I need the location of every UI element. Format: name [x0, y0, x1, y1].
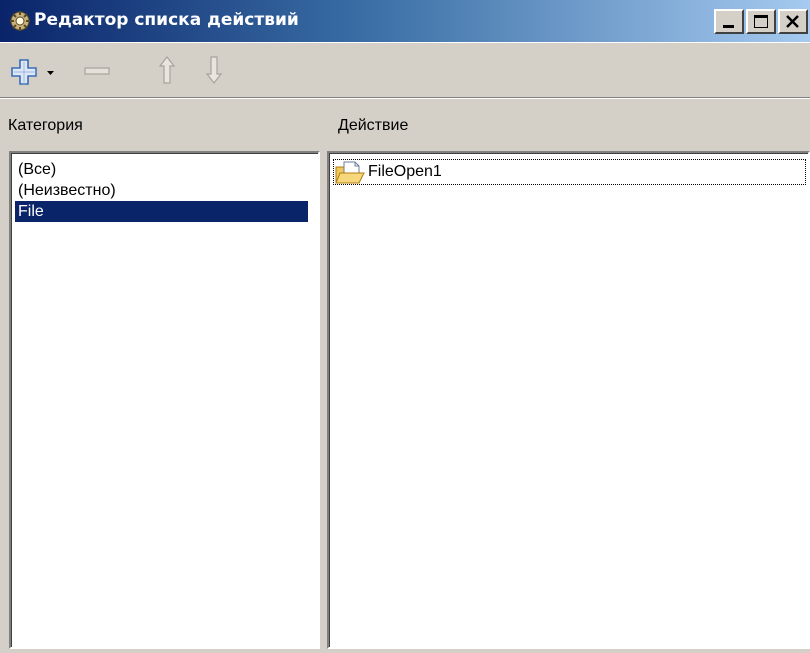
remove-button[interactable]: [82, 54, 114, 86]
minimize-icon: [723, 25, 734, 28]
title-bar[interactable]: Редактор списка действий: [0, 0, 810, 42]
move-down-icon: [205, 56, 223, 84]
close-button[interactable]: [778, 9, 808, 34]
category-header: Категория: [8, 117, 83, 134]
toolbar: [0, 42, 810, 98]
category-list[interactable]: (Все) (Неизвестно) File: [9, 151, 320, 649]
move-up-button[interactable]: [155, 54, 179, 86]
chevron-down-icon[interactable]: [47, 71, 54, 75]
add-icon: [11, 59, 37, 85]
action-item-fileopen1[interactable]: FileOpen1: [333, 159, 806, 185]
action-header: Действие: [338, 117, 409, 134]
category-item-unknown[interactable]: (Неизвестно): [15, 180, 116, 201]
category-item-file[interactable]: File: [15, 201, 308, 222]
category-item-all[interactable]: (Все): [15, 159, 56, 180]
action-item-label: FileOpen1: [368, 163, 442, 180]
add-button[interactable]: [10, 54, 68, 86]
move-down-button[interactable]: [202, 54, 226, 86]
close-icon: [786, 15, 799, 28]
move-up-icon: [158, 56, 176, 84]
action-list[interactable]: FileOpen1: [327, 151, 810, 649]
toolbar-separator: [0, 97, 810, 99]
maximize-button[interactable]: [746, 9, 776, 34]
minimize-button[interactable]: [714, 9, 744, 34]
maximize-icon: [754, 15, 768, 28]
window-title: Редактор списка действий: [34, 10, 299, 30]
category-list-viewport: (Все) (Неизвестно) File: [11, 153, 318, 647]
remove-icon: [84, 67, 110, 75]
action-list-viewport: FileOpen1: [329, 153, 808, 647]
file-open-icon: [335, 161, 365, 184]
action-list-editor-window: Редактор списка действий Категория Дейст…: [0, 0, 810, 653]
actionlist-editor-icon: [10, 11, 30, 31]
